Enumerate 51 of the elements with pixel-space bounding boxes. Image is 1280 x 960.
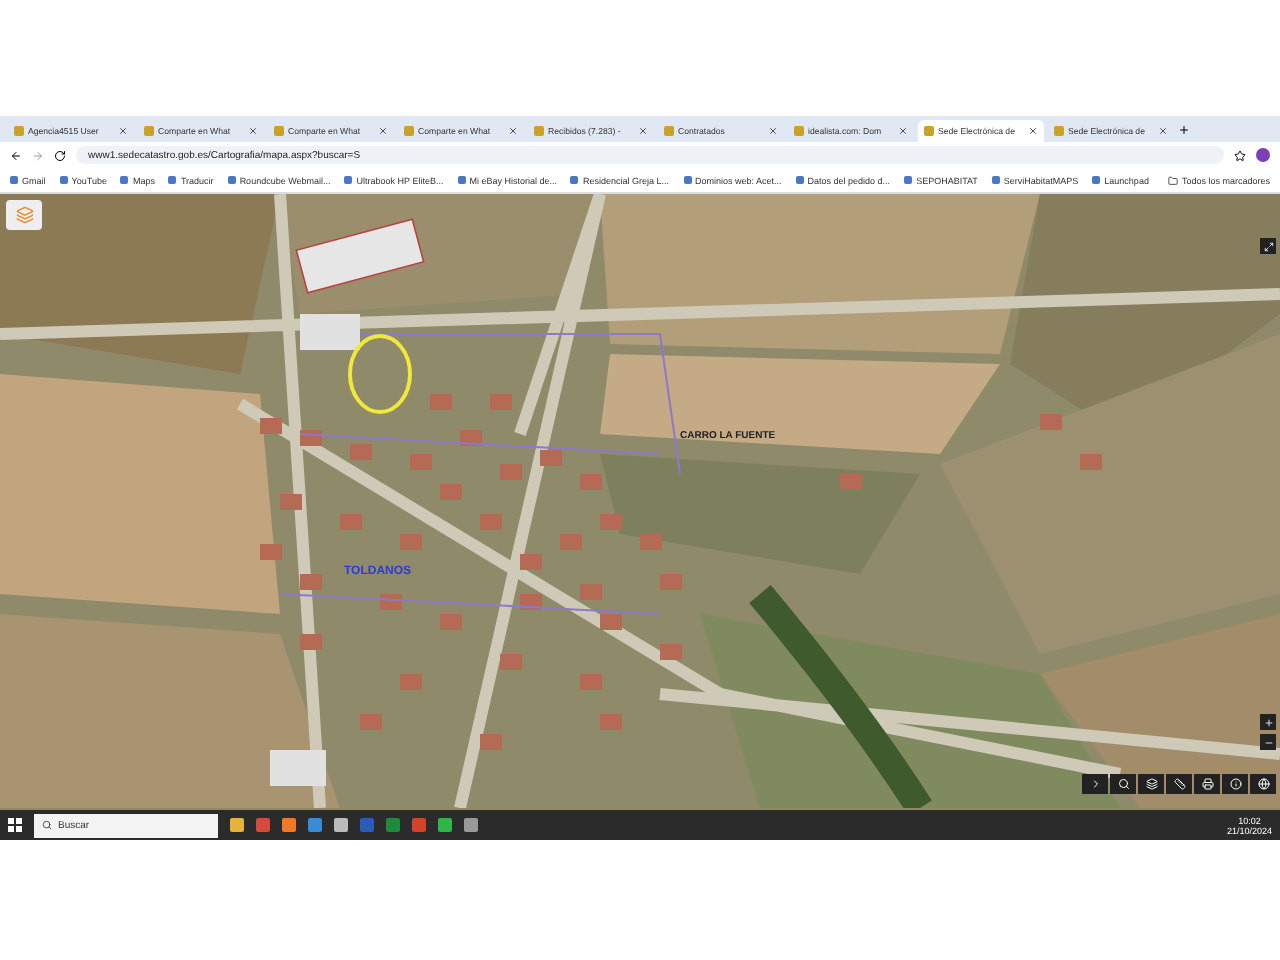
site-icon — [14, 126, 24, 136]
site-icon — [274, 126, 284, 136]
site-icon — [10, 176, 18, 184]
new-tab-icon[interactable] — [1178, 124, 1190, 136]
site-icon — [404, 126, 414, 136]
minus-icon — [1263, 737, 1273, 747]
site-icon — [991, 176, 1000, 184]
site-icon — [227, 176, 236, 184]
site-icon — [457, 176, 466, 184]
windows-logo-icon[interactable] — [8, 818, 22, 832]
site-icon — [144, 126, 154, 136]
search-icon — [1117, 778, 1129, 790]
expand-icon — [1263, 241, 1273, 251]
layers-button[interactable] — [1138, 774, 1164, 794]
site-icon — [120, 176, 129, 184]
back-icon[interactable] — [10, 149, 22, 161]
globe-icon — [1257, 778, 1269, 790]
site-icon — [664, 126, 674, 136]
info-button[interactable] — [1222, 774, 1248, 794]
ruler-icon — [1173, 778, 1185, 790]
ruler-button[interactable] — [1166, 774, 1192, 794]
site-icon — [904, 176, 913, 184]
site-icon — [794, 126, 804, 136]
search-icon — [42, 820, 52, 830]
site-icon — [1054, 126, 1064, 136]
reload-icon[interactable] — [54, 149, 66, 161]
site-icon — [168, 176, 177, 184]
print-button[interactable] — [1194, 774, 1220, 794]
search-button[interactable] — [1110, 774, 1136, 794]
fullscreen-button[interactable] — [1260, 238, 1276, 254]
printer-icon — [1201, 778, 1213, 790]
globe-button[interactable] — [1250, 774, 1276, 794]
site-icon — [534, 126, 544, 136]
site-icon — [59, 176, 68, 184]
info-icon — [1229, 778, 1241, 790]
chevron-icon — [1089, 778, 1101, 790]
star-icon[interactable] — [1234, 149, 1246, 161]
site-icon — [1092, 176, 1101, 184]
site-icon — [344, 176, 353, 184]
plus-icon — [1263, 717, 1273, 727]
site-icon — [795, 176, 804, 184]
layers-icon — [1145, 778, 1157, 790]
site-icon — [683, 176, 691, 184]
site-icon — [570, 176, 579, 184]
zoom-in-button[interactable] — [1260, 714, 1276, 730]
folder-icon — [1167, 175, 1178, 185]
expand-button[interactable] — [1082, 774, 1108, 794]
layers-icon — [15, 206, 33, 224]
zoom-out-button[interactable] — [1260, 734, 1276, 750]
site-icon — [924, 126, 934, 136]
avatar[interactable] — [1256, 148, 1270, 162]
